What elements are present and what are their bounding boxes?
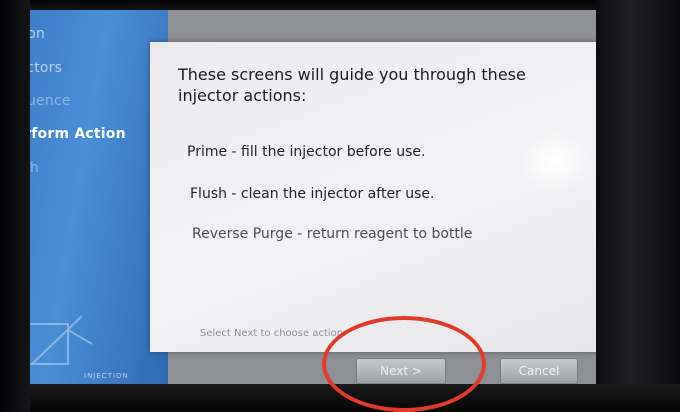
sidebar-footer-label: INJECTION (84, 372, 129, 380)
injector-icon (27, 315, 93, 365)
monitor-bezel-right (596, 0, 680, 412)
action-flush: Flush - clean the injector after use. (190, 186, 435, 202)
wizard-sidebar: Action Injectors Sequence Perform Action… (8, 10, 168, 388)
action-prime: Prime - fill the injector before use. (187, 144, 426, 160)
screen-glare (520, 132, 590, 192)
highlight-circle (322, 316, 486, 412)
action-reverse-purge: Reverse Purge - return reagent to bottle (192, 226, 473, 242)
monitor-bezel-left (0, 0, 30, 412)
wizard-screen: Action Injectors Sequence Perform Action… (8, 10, 606, 388)
cancel-button[interactable]: Cancel (500, 358, 578, 384)
intro-text: These screens will guide you through the… (178, 65, 526, 105)
hint-text: Select Next to choose action. (200, 328, 347, 339)
content-panel: These screens will guide you through the… (150, 42, 600, 352)
